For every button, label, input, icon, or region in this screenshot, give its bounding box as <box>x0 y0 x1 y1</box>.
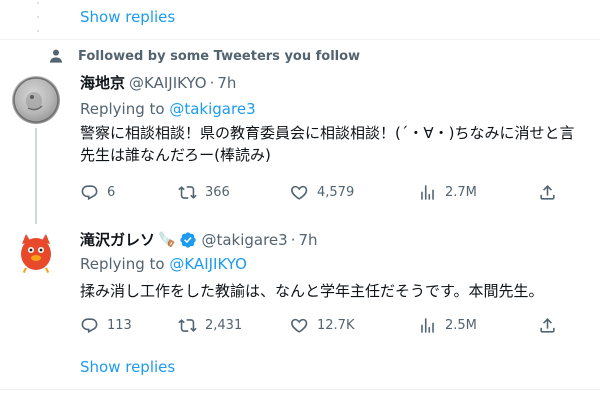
tweet2-text: 揉み消し工作をした教諭は、なんと学年主任だそうです。本間先生。 <box>80 280 544 302</box>
tweet2-like-button[interactable]: 12.7K <box>290 314 354 336</box>
tweet2-display-name[interactable]: 滝沢ガレソ <box>80 229 155 250</box>
coin-avatar-image <box>13 77 59 123</box>
social-context-text: Followed by some Tweeters you follow <box>78 48 361 64</box>
tweet1-like-button[interactable]: 4,579 <box>290 181 354 203</box>
thread-continuation-dots <box>36 2 40 32</box>
avatar-takigare3[interactable] <box>12 228 60 276</box>
avatar-kaijikyo[interactable] <box>12 76 60 124</box>
tweet1-like-count: 4,579 <box>317 184 355 200</box>
share-icon <box>540 184 555 200</box>
tweet1-share-button[interactable] <box>538 181 565 203</box>
tweet1-views-button[interactable]: 2.7M <box>418 181 477 203</box>
tweet1-reply-count: 6 <box>107 184 116 200</box>
tweet2-handle[interactable]: @takigare3 <box>201 231 287 249</box>
tweet2-views-button[interactable]: 2.5M <box>418 314 477 336</box>
tweet1-text-line1: 警察に相談相談！県の教育委員会に相談相談！(´・∀・)ちなみに消せと言 <box>80 124 575 142</box>
tweet2-reply-button[interactable]: 113 <box>80 314 132 336</box>
replying-prefix: Replying to <box>80 100 165 118</box>
divider-top <box>0 39 600 40</box>
tweet1-header: 海地京 @KAIJIKYO · 7h <box>80 72 236 93</box>
tweet2-view-count: 2.5M <box>445 317 477 333</box>
tweet2-share-button[interactable] <box>538 314 565 336</box>
separator-dot: · <box>209 73 215 92</box>
like-icon <box>291 318 308 333</box>
verified-badge-icon <box>180 231 197 248</box>
tweet1-text-line2: 先生は誰なんだろー(棒読み) <box>80 146 271 164</box>
tweet1-view-count: 2.7M <box>445 184 477 200</box>
tweet1-reply-button[interactable]: 6 <box>80 181 115 203</box>
separator-dot: · <box>290 230 296 249</box>
mascot-avatar-image <box>12 228 60 276</box>
person-icon <box>50 49 62 63</box>
tweet2-actions: 113 2,431 12.7K 2.5M <box>74 314 564 336</box>
tweet2-replying-mention[interactable]: @KAIJIKYO <box>169 255 247 273</box>
tweet2-like-count: 12.7K <box>317 317 355 333</box>
retweet-icon <box>178 185 197 199</box>
tweet1-retweet-button[interactable]: 366 <box>178 181 230 203</box>
tweet1-time[interactable]: 7h <box>217 74 236 92</box>
tweet1-text: 警察に相談相談！県の教育委員会に相談相談！(´・∀・)ちなみに消せと言 先生は誰… <box>80 122 574 166</box>
replying-prefix: Replying to <box>80 255 165 273</box>
tweet2-retweet-count: 2,431 <box>205 317 243 333</box>
share-icon <box>540 317 555 333</box>
tweet2-reply-count: 113 <box>107 317 132 333</box>
tweet2-text-line1: 揉み消し工作をした教諭は、なんと学年主任だそうです。本間先生。 <box>80 282 544 300</box>
tweet2-retweet-button[interactable]: 2,431 <box>178 314 242 336</box>
tweet1-display-name[interactable]: 海地京 <box>80 72 125 93</box>
tweet1-replying-to: Replying to @takigare3 <box>80 100 256 118</box>
tweet1-replying-mention[interactable]: @takigare3 <box>169 100 255 118</box>
tweet2-replying-to: Replying to @KAIJIKYO <box>80 255 247 273</box>
show-replies-link-bottom[interactable]: Show replies <box>80 358 175 376</box>
tweet1-actions: 6 366 4,579 2.7M <box>74 181 564 203</box>
thread-connector-line <box>35 128 37 224</box>
social-context: Followed by some Tweeters you follow <box>48 48 360 64</box>
reply-icon <box>81 184 98 200</box>
like-icon <box>291 185 308 200</box>
saw-emoji-icon: 🪚 <box>158 231 176 248</box>
reply-icon <box>81 317 98 333</box>
tweet1-handle[interactable]: @KAIJIKYO <box>129 74 207 92</box>
tweet2-header: 滝沢ガレソ 🪚 @takigare3 · 7h <box>80 229 318 250</box>
tweet2-time[interactable]: 7h <box>298 231 317 249</box>
retweet-icon <box>178 318 197 332</box>
show-replies-link-top[interactable]: Show replies <box>80 8 175 26</box>
tweet1-retweet-count: 366 <box>205 184 230 200</box>
views-icon <box>421 184 434 200</box>
views-icon <box>421 317 434 333</box>
divider-bottom <box>0 389 600 390</box>
